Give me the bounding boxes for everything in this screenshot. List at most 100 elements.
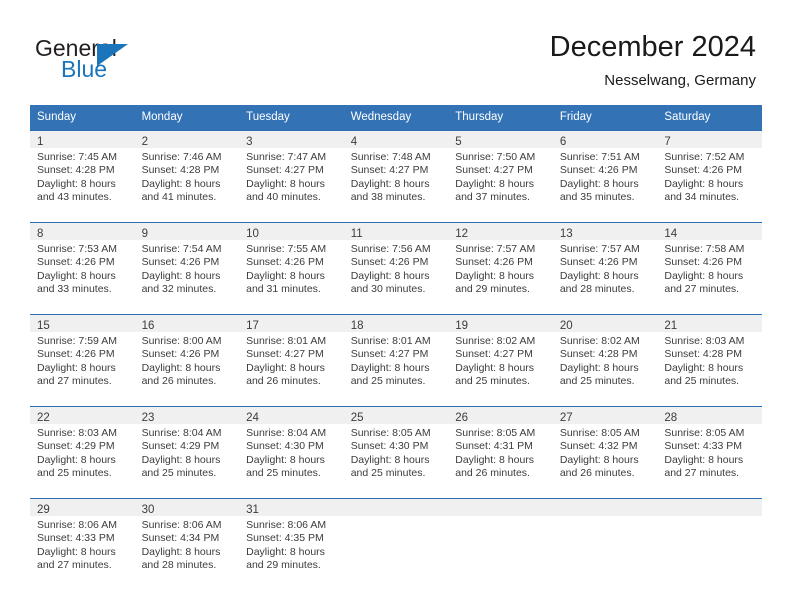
day-number-band: 2 [134, 131, 240, 148]
day-cell-inner: 4 Sunrise: 7:48 AM Sunset: 4:27 PM Daylight… [343, 131, 449, 222]
daylight-duration-line2: and 26 minutes. [559, 467, 635, 480]
day-cell-inner: 26 Sunrise: 8:05 AM Sunset: 4:31 PM Dayligh… [448, 407, 553, 498]
daylight-duration-line1: Daylight: 8 hours [246, 269, 325, 282]
calendar-day-cell[interactable]: 3 Sunrise: 7:47 AM Sunset: 4:27 PM Daylight… [239, 130, 344, 223]
day-sun-info: Sunrise: 8:01 AM Sunset: 4:27 PM Daylight:… [239, 332, 344, 389]
day-number: 7 [664, 136, 671, 148]
calendar-day-cell[interactable]: 8 Sunrise: 7:53 AM Sunset: 4:26 PM Daylight… [30, 222, 135, 315]
sunrise-time: Sunrise: 8:06 AM [246, 519, 327, 531]
calendar-day-cell[interactable]: 13 Sunrise: 7:57 AM Sunset: 4:26 PM Dayligh… [552, 222, 658, 315]
day-sun-info: Sunrise: 8:05 AM Sunset: 4:32 PM Daylight:… [553, 424, 658, 481]
daylight-duration-line2: and 25 minutes. [350, 375, 426, 388]
sunrise-time: Sunrise: 8:06 AM [141, 519, 222, 531]
day-sun-info: Sunrise: 7:55 AM Sunset: 4:26 PM Daylight:… [239, 240, 344, 297]
calendar-day-cell[interactable]: 4 Sunrise: 7:48 AM Sunset: 4:27 PM Daylight… [343, 130, 449, 223]
sunset-time: Sunset: 4:26 PM [141, 256, 220, 269]
day-sun-info: Sunrise: 8:03 AM Sunset: 4:28 PM Daylight:… [657, 332, 762, 389]
day-cell-inner: 11 Sunrise: 7:56 AM Sunset: 4:26 PM Dayligh… [343, 223, 449, 314]
calendar-day-cell[interactable]: 11 Sunrise: 7:56 AM Sunset: 4:26 PM Dayligh… [343, 222, 449, 315]
daylight-duration-line1: Daylight: 8 hours [559, 361, 639, 374]
day-number-band: 22 [30, 407, 135, 424]
weekday-header-wednesday: Wednesday [343, 105, 449, 131]
day-sun-info: Sunrise: 7:47 AM Sunset: 4:27 PM Daylight:… [239, 148, 344, 205]
day-number: 29 [37, 504, 50, 516]
sunrise-time: Sunrise: 7:50 AM [455, 151, 536, 163]
day-cell-inner: 25 Sunrise: 8:05 AM Sunset: 4:30 PM Dayligh… [343, 407, 449, 498]
calendar-day-cell[interactable]: 12 Sunrise: 7:57 AM Sunset: 4:26 PM Dayligh… [448, 222, 553, 315]
calendar-day-cell[interactable]: 5 Sunrise: 7:50 AM Sunset: 4:27 PM Daylight… [448, 130, 553, 223]
sunset-time: Sunset: 4:28 PM [664, 348, 743, 361]
day-number: 19 [455, 320, 469, 332]
logo-text-blue: Blue [61, 56, 108, 82]
daylight-duration-line2: and 26 minutes. [246, 375, 321, 388]
sunrise-time: Sunrise: 8:03 AM [664, 335, 745, 347]
calendar-day-cell[interactable]: 9 Sunrise: 7:54 AM Sunset: 4:26 PM Daylight… [134, 222, 240, 315]
sunset-time: Sunset: 4:26 PM [664, 164, 743, 177]
calendar-day-cell[interactable]: 19 Sunrise: 8:02 AM Sunset: 4:27 PM Dayligh… [448, 314, 553, 407]
calendar-day-cell[interactable]: 10 Sunrise: 7:55 AM Sunset: 4:26 PM Dayligh… [239, 222, 344, 315]
calendar-day-cell[interactable]: 23 Sunrise: 8:04 AM Sunset: 4:29 PM Dayligh… [134, 406, 240, 499]
day-cell-inner: 5 Sunrise: 7:50 AM Sunset: 4:27 PM Daylight… [448, 131, 553, 222]
day-number-band: 20 [552, 315, 658, 332]
calendar-day-cell[interactable]: 16 Sunrise: 8:00 AM Sunset: 4:26 PM Dayligh… [134, 314, 240, 407]
calendar-day-cell[interactable]: 2 Sunrise: 7:46 AM Sunset: 4:28 PM Daylight… [134, 130, 240, 223]
calendar-day-cell[interactable]: 14 Sunrise: 7:58 AM Sunset: 4:26 PM Dayligh… [657, 222, 762, 315]
calendar-day-cell[interactable]: 7 Sunrise: 7:52 AM Sunset: 4:26 PM Daylight… [657, 130, 762, 223]
day-number-band: 21 [657, 315, 762, 332]
sunset-time: Sunset: 4:27 PM [455, 164, 533, 177]
day-number-band [448, 499, 553, 516]
day-cell-inner: 28 Sunrise: 8:05 AM Sunset: 4:33 PM Dayligh… [657, 407, 762, 498]
daylight-duration-line1: Daylight: 8 hours [455, 177, 535, 190]
calendar-day-cell[interactable]: 6 Sunrise: 7:51 AM Sunset: 4:26 PM Daylight… [552, 130, 658, 223]
daylight-duration-line1: Daylight: 8 hours [664, 361, 744, 374]
calendar-day-cell[interactable]: 24 Sunrise: 8:04 AM Sunset: 4:30 PM Dayligh… [239, 406, 344, 499]
sunset-time: Sunset: 4:26 PM [141, 348, 220, 361]
sunrise-time: Sunrise: 7:46 AM [141, 151, 222, 163]
calendar-day-cell[interactable]: 29 Sunrise: 8:06 AM Sunset: 4:33 PM Dayligh… [30, 498, 135, 590]
day-number-band: 6 [552, 131, 658, 148]
calendar-day-cell[interactable]: 27 Sunrise: 8:05 AM Sunset: 4:32 PM Dayligh… [552, 406, 658, 499]
general-blue-logo[interactable]: General Blue [35, 36, 215, 86]
calendar-day-cell[interactable]: 18 Sunrise: 8:01 AM Sunset: 4:27 PM Dayligh… [343, 314, 449, 407]
day-cell-inner: 20 Sunrise: 8:02 AM Sunset: 4:28 PM Dayligh… [552, 315, 658, 406]
daylight-duration-line2: and 30 minutes. [350, 283, 426, 296]
calendar-day-cell[interactable]: 1 Sunrise: 7:45 AM Sunset: 4:28 PM Daylight… [30, 130, 135, 223]
daylight-duration-line2: and 25 minutes. [350, 467, 426, 480]
day-number-band: 12 [448, 223, 553, 240]
sunset-time: Sunset: 4:26 PM [559, 164, 638, 177]
day-number: 17 [246, 320, 259, 332]
calendar-day-cell[interactable]: 25 Sunrise: 8:05 AM Sunset: 4:30 PM Dayligh… [343, 406, 449, 499]
day-cell-inner: 13 Sunrise: 7:57 AM Sunset: 4:26 PM Dayligh… [552, 223, 658, 314]
day-number-band [343, 499, 449, 516]
daylight-duration-line1: Daylight: 8 hours [246, 545, 325, 558]
calendar-day-cell[interactable]: 17 Sunrise: 8:01 AM Sunset: 4:27 PM Dayligh… [239, 314, 344, 407]
calendar-day-cell[interactable]: 20 Sunrise: 8:02 AM Sunset: 4:28 PM Dayligh… [552, 314, 658, 407]
calendar-day-cell[interactable]: 15 Sunrise: 7:59 AM Sunset: 4:26 PM Dayligh… [30, 314, 135, 407]
day-number: 24 [246, 412, 259, 424]
day-number: 6 [559, 136, 567, 148]
sunset-time: Sunset: 4:27 PM [455, 348, 533, 361]
calendar-day-cell-empty [448, 498, 553, 590]
calendar-day-cell[interactable]: 28 Sunrise: 8:05 AM Sunset: 4:33 PM Dayligh… [657, 406, 762, 499]
sunset-time: Sunset: 4:26 PM [37, 256, 115, 269]
daylight-duration-line1: Daylight: 8 hours [559, 177, 639, 190]
calendar-day-cell[interactable]: 22 Sunrise: 8:03 AM Sunset: 4:29 PM Dayligh… [30, 406, 135, 499]
day-number-band: 14 [657, 223, 762, 240]
sunset-time: Sunset: 4:26 PM [37, 348, 115, 361]
daylight-duration-line2: and 37 minutes. [455, 191, 530, 204]
calendar-week-row: 1 Sunrise: 7:45 AM Sunset: 4:28 PM Daylight… [30, 130, 762, 223]
day-number-band: 30 [134, 499, 240, 516]
calendar-day-cell[interactable]: 30 Sunrise: 8:06 AM Sunset: 4:34 PM Dayligh… [134, 498, 240, 590]
calendar-day-cell[interactable]: 26 Sunrise: 8:05 AM Sunset: 4:31 PM Dayligh… [448, 406, 553, 499]
sunset-time: Sunset: 4:28 PM [37, 164, 115, 177]
calendar-day-cell[interactable]: 21 Sunrise: 8:03 AM Sunset: 4:28 PM Dayligh… [657, 314, 762, 407]
sunset-time: Sunset: 4:28 PM [141, 164, 220, 177]
sunrise-time: Sunrise: 8:06 AM [37, 519, 117, 531]
day-number: 27 [559, 412, 573, 424]
day-sun-info: Sunrise: 7:45 AM Sunset: 4:28 PM Daylight:… [30, 148, 135, 205]
daylight-duration-line2: and 25 minutes. [455, 375, 530, 388]
day-sun-info [657, 516, 762, 519]
calendar-day-cell[interactable]: 31 Sunrise: 8:06 AM Sunset: 4:35 PM Dayligh… [239, 498, 344, 590]
day-sun-info: Sunrise: 8:02 AM Sunset: 4:28 PM Daylight:… [553, 332, 658, 389]
day-number: 20 [559, 320, 573, 332]
